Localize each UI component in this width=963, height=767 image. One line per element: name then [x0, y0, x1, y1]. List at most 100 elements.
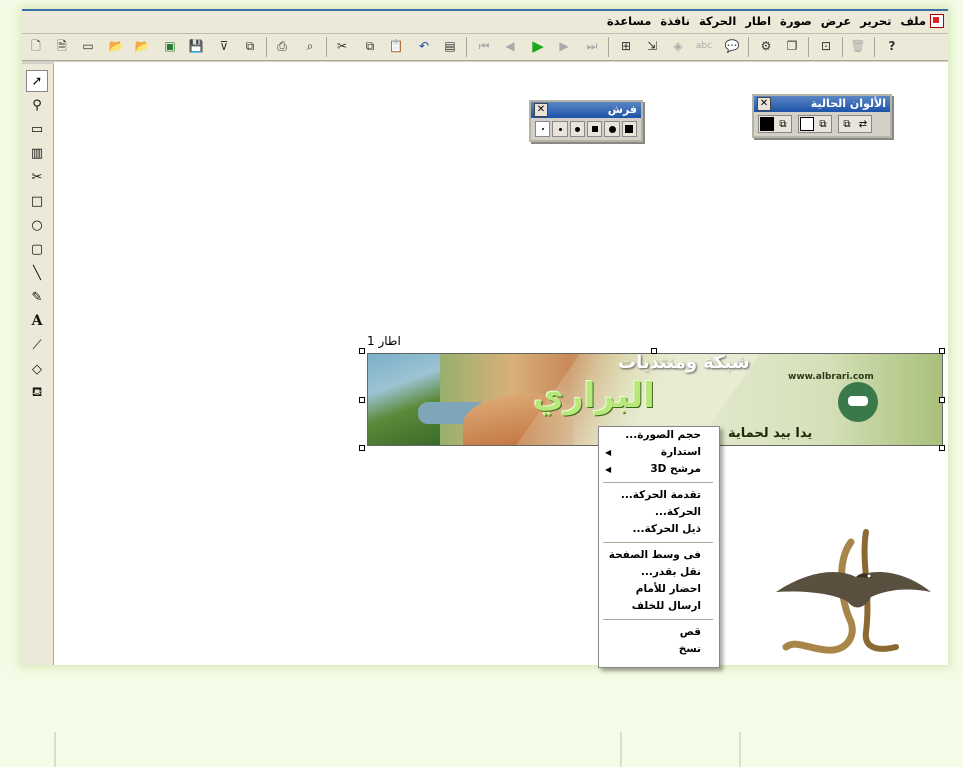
- brush-size-4[interactable]: [587, 121, 603, 137]
- cut-icon[interactable]: ✂: [334, 38, 350, 54]
- duplicate-icon[interactable]: ❐: [784, 38, 800, 54]
- eyedropper-icon[interactable]: ⟋: [26, 334, 48, 356]
- properties-icon[interactable]: ▤: [442, 38, 458, 54]
- resize-handle[interactable]: [359, 445, 365, 451]
- fg-options-icon[interactable]: ⧉: [776, 117, 790, 131]
- close-icon[interactable]: ✕: [757, 97, 771, 111]
- menu-animation[interactable]: الحركة: [699, 14, 736, 28]
- toolbar-separator: [326, 37, 327, 57]
- text-icon[interactable]: abc: [696, 38, 712, 54]
- 3d-icon[interactable]: ◈: [670, 38, 686, 54]
- menu-separator: [603, 619, 713, 620]
- canvas[interactable]: فرش ✕ الألوان الحالية ✕ ⧉ ⧉ ⧉ ⇄ اطار 1 ش…: [54, 62, 948, 665]
- menu-help[interactable]: مساعدة: [607, 14, 651, 28]
- zoom-icon[interactable]: ⚲: [26, 94, 48, 116]
- resize-handle[interactable]: [651, 348, 657, 354]
- banner-trees: [368, 354, 440, 445]
- pencil-icon[interactable]: ✎: [26, 286, 48, 308]
- next-frame-icon[interactable]: ▶: [556, 38, 572, 54]
- brush-size-3[interactable]: [569, 121, 586, 137]
- toolbar-separator: [748, 37, 749, 57]
- ellipse-icon[interactable]: ○: [26, 214, 48, 236]
- optimize-icon[interactable]: ⚙: [758, 38, 774, 54]
- banner-tagline: يدا بيد لحماية: [728, 426, 813, 441]
- resize-handle[interactable]: [359, 397, 365, 403]
- first-frame-icon[interactable]: ⏮: [476, 38, 492, 54]
- rect-select-icon[interactable]: ▭: [26, 118, 48, 140]
- brush-size-6[interactable]: [621, 121, 637, 137]
- open-icon[interactable]: 📂: [108, 38, 124, 54]
- menu-item-copy[interactable]: نسخ: [599, 641, 719, 658]
- export-icon[interactable]: ⧉: [242, 38, 258, 54]
- menu-item-move-by[interactable]: نقل بقدر...: [599, 564, 719, 581]
- resize-icon[interactable]: ⇲: [644, 38, 660, 54]
- banner-title: شبكة ومنتديات: [618, 353, 750, 373]
- menu-item-animation[interactable]: الحركة...: [599, 504, 719, 521]
- foreground-color[interactable]: [760, 117, 774, 131]
- print-preview-icon[interactable]: ⌕: [302, 38, 318, 54]
- default-colors-icon[interactable]: ⧉: [840, 117, 854, 131]
- resize-handle[interactable]: [939, 445, 945, 451]
- copy-icon[interactable]: ⧉: [362, 38, 378, 54]
- bg-options-icon[interactable]: ⧉: [816, 117, 830, 131]
- menu-item-cut[interactable]: قص: [599, 624, 719, 641]
- rectangle-icon[interactable]: □: [26, 190, 48, 212]
- filter-icon[interactable]: ⊽: [216, 38, 232, 54]
- brush-size-1[interactable]: [535, 121, 551, 137]
- text-tool-icon[interactable]: A: [26, 310, 48, 332]
- reflection-edge: [739, 732, 741, 767]
- close-icon[interactable]: ✕: [534, 103, 548, 117]
- prev-frame-icon[interactable]: ◀: [502, 38, 518, 54]
- colors-palette-title[interactable]: الألوان الحالية ✕: [754, 96, 890, 112]
- crop-icon[interactable]: ⊞: [618, 38, 634, 54]
- colors-palette: الألوان الحالية ✕ ⧉ ⧉ ⧉ ⇄: [752, 94, 892, 138]
- play-icon[interactable]: ▶: [530, 38, 546, 54]
- menu-file[interactable]: ملف: [900, 14, 926, 28]
- app-icon[interactable]: [930, 14, 944, 28]
- menu-edit[interactable]: تحرير: [860, 14, 891, 28]
- menu-image[interactable]: صورة: [780, 14, 812, 28]
- menu-frame[interactable]: اطار: [745, 14, 771, 28]
- resize-handle[interactable]: [939, 397, 945, 403]
- pointer-icon[interactable]: ➚: [26, 70, 48, 92]
- menu-item-rotate[interactable]: استدارة ◀: [599, 444, 719, 461]
- brush-size-5[interactable]: [604, 121, 620, 137]
- swap-colors-icon[interactable]: ⇄: [856, 117, 870, 131]
- menu-item-center[interactable]: فى وسط الصفحة: [599, 547, 719, 564]
- menu-view[interactable]: عرض: [821, 14, 851, 28]
- line-icon[interactable]: ╲: [26, 262, 48, 284]
- delete-icon[interactable]: 🗑: [850, 38, 866, 54]
- paste-icon[interactable]: 📋: [388, 38, 404, 54]
- menu-item-send-backward[interactable]: ارسال للخلف: [599, 598, 719, 615]
- rounded-rect-icon[interactable]: ▢: [26, 238, 48, 260]
- background-color[interactable]: [800, 117, 814, 131]
- transition-icon[interactable]: ⊡: [818, 38, 834, 54]
- undo-icon[interactable]: ↶: [416, 38, 432, 54]
- menu-item-bring-forward[interactable]: احضار للأمام: [599, 581, 719, 598]
- gradient-icon[interactable]: ▥: [26, 142, 48, 164]
- new-file-icon[interactable]: 🗋: [28, 38, 44, 54]
- menu-item-3d-filter[interactable]: مرشح 3D ◀: [599, 461, 719, 478]
- new-template-icon[interactable]: ▭: [80, 38, 96, 54]
- import-icon[interactable]: ▣: [162, 38, 178, 54]
- help-icon[interactable]: ?: [884, 38, 900, 54]
- save-icon[interactable]: 💾: [188, 38, 204, 54]
- last-frame-icon[interactable]: ⏭: [584, 38, 600, 54]
- balloon-icon[interactable]: 💬: [724, 38, 740, 54]
- eraser-icon[interactable]: ◇: [26, 358, 48, 380]
- resize-handle[interactable]: [939, 348, 945, 354]
- print-icon[interactable]: ⎙: [274, 38, 290, 54]
- fill-icon[interactable]: ⛾: [26, 382, 48, 404]
- menu-item-animation-intro[interactable]: تقدمة الحركة...: [599, 487, 719, 504]
- open-folder-icon[interactable]: 📂: [134, 38, 150, 54]
- menu-item-image-size[interactable]: حجم الصورة...: [599, 427, 719, 444]
- scissors-icon[interactable]: ✂: [26, 166, 48, 188]
- menu-item-animation-tail[interactable]: ذيل الحركة...: [599, 521, 719, 538]
- menu-window[interactable]: نافذة: [660, 14, 690, 28]
- brush-size-2[interactable]: [552, 121, 568, 137]
- new-image-icon[interactable]: 🗎: [54, 38, 70, 54]
- brush-palette-title[interactable]: فرش ✕: [531, 102, 641, 118]
- resize-handle[interactable]: [359, 348, 365, 354]
- menu-item-label: الحركة...: [654, 506, 701, 518]
- toolbar-separator: [266, 37, 267, 57]
